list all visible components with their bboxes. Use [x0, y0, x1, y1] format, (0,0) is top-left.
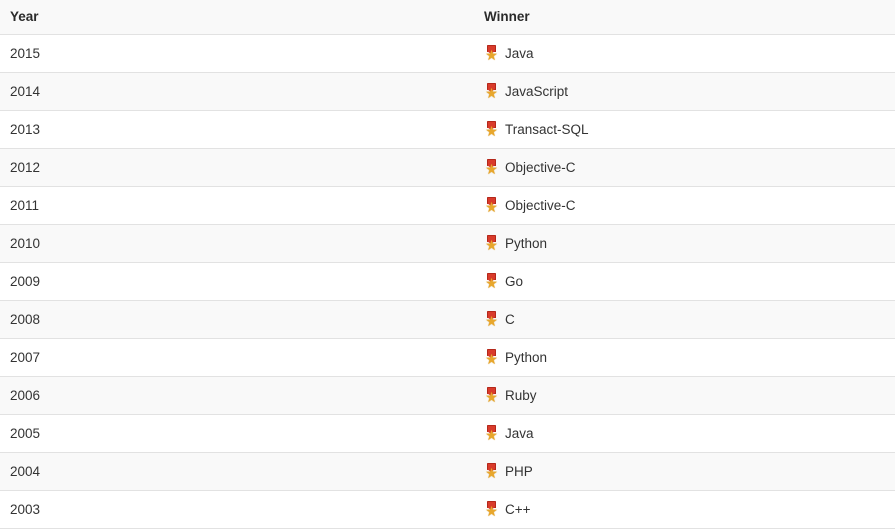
table-row[interactable]: 2010 ★ Python: [0, 224, 895, 263]
cell-year: 2014: [0, 72, 474, 111]
sports-medal-icon: ★: [484, 235, 499, 253]
cell-year: 2015: [0, 34, 474, 73]
cell-year: 2010: [0, 224, 474, 263]
table-row[interactable]: 2014 ★ JavaScript: [0, 72, 895, 111]
medal-star: ★: [485, 237, 498, 253]
cell-winner: ★ Transact-SQL: [474, 110, 895, 149]
sports-medal-icon: ★: [484, 45, 499, 63]
cell-year: 2007: [0, 338, 474, 377]
cell-winner: ★ C: [474, 300, 895, 339]
winner-cell: ★ Objective-C: [484, 159, 885, 177]
cell-year: 2006: [0, 376, 474, 415]
winner-cell: ★ Java: [484, 45, 885, 63]
cell-winner: ★ C++: [474, 490, 895, 529]
table-row[interactable]: 2009 ★ Go: [0, 262, 895, 301]
medal-star: ★: [485, 503, 498, 519]
winners-table-container: Year Winner 2015 ★ Java 2014 ★ JavaScript 2013…: [0, 0, 895, 529]
table-row[interactable]: 2005 ★ Java: [0, 414, 895, 453]
table-row[interactable]: 2015 ★ Java: [0, 34, 895, 73]
cell-year: 2004: [0, 452, 474, 491]
table-row[interactable]: 2004 ★ PHP: [0, 452, 895, 491]
table-row[interactable]: 2013 ★ Transact-SQL: [0, 110, 895, 149]
table-row[interactable]: 2012 ★ Objective-C: [0, 148, 895, 187]
winner-label: Transact-SQL: [505, 121, 589, 137]
winner-label: Python: [505, 349, 548, 365]
cell-year: 2005: [0, 414, 474, 453]
winner-label: C++: [505, 501, 531, 517]
medal-star: ★: [485, 427, 498, 443]
cell-winner: ★ Python: [474, 338, 895, 377]
cell-year: 2013: [0, 110, 474, 149]
sports-medal-icon: ★: [484, 425, 499, 443]
winner-cell: ★ C: [484, 311, 885, 329]
medal-star: ★: [485, 275, 498, 291]
cell-winner: ★ PHP: [474, 452, 895, 491]
cell-year: 2003: [0, 490, 474, 529]
medal-star: ★: [485, 313, 498, 329]
medal-star: ★: [485, 47, 498, 63]
medal-star: ★: [485, 465, 498, 481]
medal-star: ★: [485, 161, 498, 177]
cell-winner: ★ JavaScript: [474, 72, 895, 111]
sports-medal-icon: ★: [484, 349, 499, 367]
medal-star: ★: [485, 389, 498, 405]
sports-medal-icon: ★: [484, 159, 499, 177]
winner-label: Java: [505, 45, 534, 61]
cell-winner: ★ Python: [474, 224, 895, 263]
winner-label: Python: [505, 235, 548, 251]
medal-star: ★: [485, 351, 498, 367]
winner-cell: ★ PHP: [484, 463, 885, 481]
table-row[interactable]: 2007 ★ Python: [0, 338, 895, 377]
winner-cell: ★ Ruby: [484, 387, 885, 405]
winner-cell: ★ Objective-C: [484, 197, 885, 215]
winner-label: Ruby: [505, 387, 537, 403]
sports-medal-icon: ★: [484, 121, 499, 139]
cell-winner: ★ Ruby: [474, 376, 895, 415]
cell-winner: ★ Java: [474, 414, 895, 453]
winner-cell: ★ Python: [484, 349, 885, 367]
sports-medal-icon: ★: [484, 501, 499, 519]
winner-cell: ★ JavaScript: [484, 83, 885, 101]
winners-table: Year Winner 2015 ★ Java 2014 ★ JavaScript 2013…: [0, 0, 895, 529]
sports-medal-icon: ★: [484, 83, 499, 101]
table-row[interactable]: 2003 ★ C++: [0, 490, 895, 529]
table-header-row: Year Winner: [0, 0, 895, 35]
sports-medal-icon: ★: [484, 463, 499, 481]
sports-medal-icon: ★: [484, 273, 499, 291]
winner-label: Objective-C: [505, 197, 576, 213]
winner-cell: ★ C++: [484, 501, 885, 519]
medal-star: ★: [485, 85, 498, 101]
cell-winner: ★ Go: [474, 262, 895, 301]
cell-winner: ★ Objective-C: [474, 148, 895, 187]
winner-cell: ★ Java: [484, 425, 885, 443]
sports-medal-icon: ★: [484, 311, 499, 329]
winner-label: Go: [505, 273, 524, 289]
medal-star: ★: [485, 199, 498, 215]
table-row[interactable]: 2011 ★ Objective-C: [0, 186, 895, 225]
sports-medal-icon: ★: [484, 387, 499, 405]
medal-star: ★: [485, 123, 498, 139]
winner-label: PHP: [505, 463, 533, 479]
cell-year: 2012: [0, 148, 474, 187]
winner-cell: ★ Transact-SQL: [484, 121, 885, 139]
cell-year: 2008: [0, 300, 474, 339]
winner-label: Objective-C: [505, 159, 576, 175]
table-row[interactable]: 2008 ★ C: [0, 300, 895, 339]
cell-winner: ★ Objective-C: [474, 186, 895, 225]
column-header-year[interactable]: Year: [0, 0, 474, 35]
winner-label: Java: [505, 425, 534, 441]
table-row[interactable]: 2006 ★ Ruby: [0, 376, 895, 415]
table-body: 2015 ★ Java 2014 ★ JavaScript 2013 ★ Transact-SQ…: [0, 34, 895, 529]
table-header: Year Winner: [0, 0, 895, 35]
cell-year: 2011: [0, 186, 474, 225]
column-header-winner[interactable]: Winner: [474, 0, 895, 35]
cell-winner: ★ Java: [474, 34, 895, 73]
cell-year: 2009: [0, 262, 474, 301]
winner-label: C: [505, 311, 515, 327]
winner-label: JavaScript: [505, 83, 569, 99]
winner-cell: ★ Python: [484, 235, 885, 253]
sports-medal-icon: ★: [484, 197, 499, 215]
winner-cell: ★ Go: [484, 273, 885, 291]
